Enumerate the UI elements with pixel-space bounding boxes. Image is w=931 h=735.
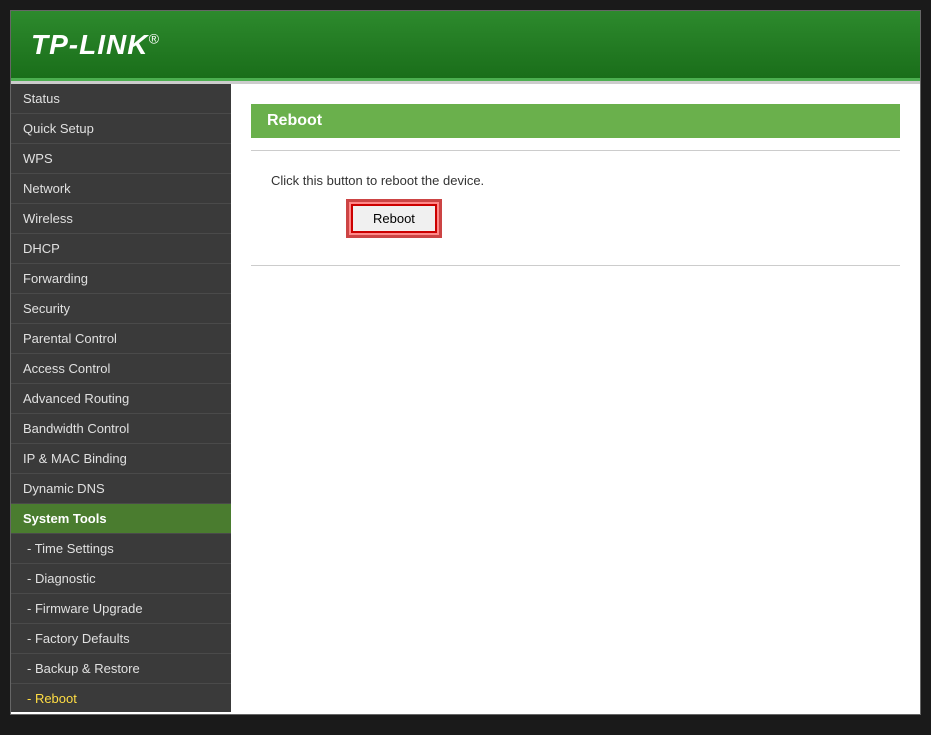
app-wrapper: TP-LINK® StatusQuick SetupWPSNetworkWire… [10,10,921,715]
sidebar-item-reboot[interactable]: - Reboot [11,684,231,712]
sidebar-item-parental-control[interactable]: Parental Control [11,324,231,354]
logo: TP-LINK® [31,29,160,61]
reboot-button-wrapper: Reboot [231,198,920,253]
sidebar-item-time-settings[interactable]: - Time Settings [11,534,231,564]
sidebar-item-access-control[interactable]: Access Control [11,354,231,384]
content-area: StatusQuick SetupWPSNetworkWirelessDHCPF… [11,81,920,712]
sidebar-item-wps[interactable]: WPS [11,144,231,174]
sidebar-item-factory-defaults[interactable]: - Factory Defaults [11,624,231,654]
sidebar-item-quick-setup[interactable]: Quick Setup [11,114,231,144]
main-content: Reboot Click this button to reboot the d… [231,84,920,712]
sidebar-item-bandwidth-control[interactable]: Bandwidth Control [11,414,231,444]
sidebar-item-system-tools[interactable]: System Tools [11,504,231,534]
reboot-description: Click this button to reboot the device. [231,163,920,198]
logo-reg: ® [148,30,159,46]
divider-bottom [251,265,900,266]
sidebar-item-firmware-upgrade[interactable]: - Firmware Upgrade [11,594,231,624]
header: TP-LINK® [11,11,920,81]
logo-text: TP-LINK [31,29,148,60]
page-title: Reboot [251,104,900,138]
sidebar-item-diagnostic[interactable]: - Diagnostic [11,564,231,594]
sidebar-item-backup-restore[interactable]: - Backup & Restore [11,654,231,684]
sidebar-item-security[interactable]: Security [11,294,231,324]
sidebar: StatusQuick SetupWPSNetworkWirelessDHCPF… [11,84,231,712]
sidebar-item-forwarding[interactable]: Forwarding [11,264,231,294]
sidebar-item-dhcp[interactable]: DHCP [11,234,231,264]
sidebar-item-dynamic-dns[interactable]: Dynamic DNS [11,474,231,504]
sidebar-item-status[interactable]: Status [11,84,231,114]
sidebar-item-ip-mac-binding[interactable]: IP & MAC Binding [11,444,231,474]
sidebar-item-network[interactable]: Network [11,174,231,204]
sidebar-item-advanced-routing[interactable]: Advanced Routing [11,384,231,414]
reboot-button[interactable]: Reboot [351,204,437,233]
divider-top [251,150,900,151]
sidebar-item-wireless[interactable]: Wireless [11,204,231,234]
